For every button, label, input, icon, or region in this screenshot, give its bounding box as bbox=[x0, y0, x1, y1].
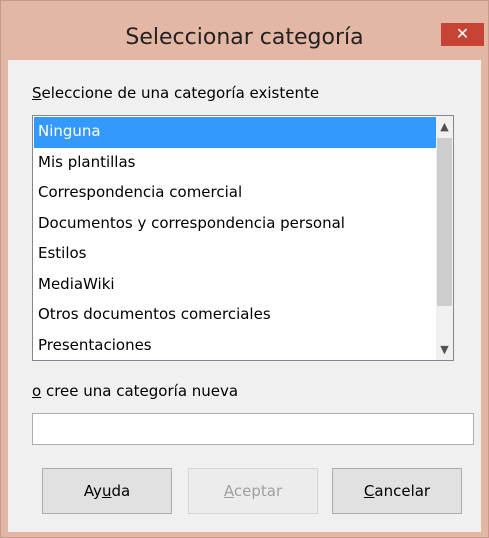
new-category-label-accel: o bbox=[32, 382, 42, 400]
list-item[interactable]: Estilos bbox=[34, 239, 439, 270]
chevron-down-icon[interactable]: ▼ bbox=[436, 341, 453, 358]
help-button[interactable]: Ayuda bbox=[42, 468, 172, 514]
existing-category-label: Seleccione de una categoría existente bbox=[32, 84, 319, 102]
close-icon: ✕ bbox=[455, 24, 470, 43]
new-category-input[interactable] bbox=[32, 413, 474, 445]
help-button-pre: Ay bbox=[83, 482, 102, 500]
accept-button[interactable]: Aceptar bbox=[188, 468, 318, 514]
list-item[interactable]: Otros documentos comerciales bbox=[34, 300, 439, 331]
list-item[interactable]: Mis plantillas bbox=[34, 148, 439, 179]
scrollbar-thumb[interactable] bbox=[437, 138, 452, 306]
close-button[interactable]: ✕ bbox=[441, 23, 484, 46]
dialog-window: Seleccionar categoría ✕ Seleccione de un… bbox=[0, 0, 489, 538]
cancel-button-post: ancelar bbox=[374, 482, 431, 500]
dialog-body: Seleccione de una categoría existente Ni… bbox=[8, 60, 481, 532]
list-item[interactable]: Documentos y correspondencia personal bbox=[34, 209, 439, 240]
category-list: Ninguna Mis plantillas Correspondencia com… bbox=[34, 117, 439, 361]
accept-button-accel: A bbox=[223, 482, 234, 500]
list-item[interactable]: Correspondencia comercial bbox=[34, 178, 439, 209]
title-bar[interactable]: Seleccionar categoría ✕ bbox=[1, 1, 488, 59]
new-category-label-text: cree una categoría nueva bbox=[41, 382, 239, 400]
list-scrollbar[interactable]: ▲ ▼ bbox=[436, 116, 453, 360]
help-button-post: da bbox=[111, 482, 131, 500]
list-item[interactable]: MediaWiki bbox=[34, 270, 439, 301]
existing-category-label-text: eleccione de una categoría existente bbox=[41, 84, 320, 102]
list-item[interactable]: Ninguna bbox=[34, 117, 439, 148]
chevron-up-icon[interactable]: ▲ bbox=[436, 118, 453, 135]
new-category-label: o cree una categoría nueva bbox=[32, 382, 238, 400]
category-listbox[interactable]: Ninguna Mis plantillas Correspondencia com… bbox=[32, 115, 454, 361]
cancel-button[interactable]: Cancelar bbox=[332, 468, 462, 514]
accept-button-post: ceptar bbox=[233, 482, 283, 500]
cancel-button-accel: C bbox=[363, 482, 375, 500]
window-title: Seleccionar categoría bbox=[125, 25, 364, 50]
existing-category-label-accel: S bbox=[32, 84, 42, 102]
list-item[interactable]: Presentaciones bbox=[34, 331, 439, 361]
